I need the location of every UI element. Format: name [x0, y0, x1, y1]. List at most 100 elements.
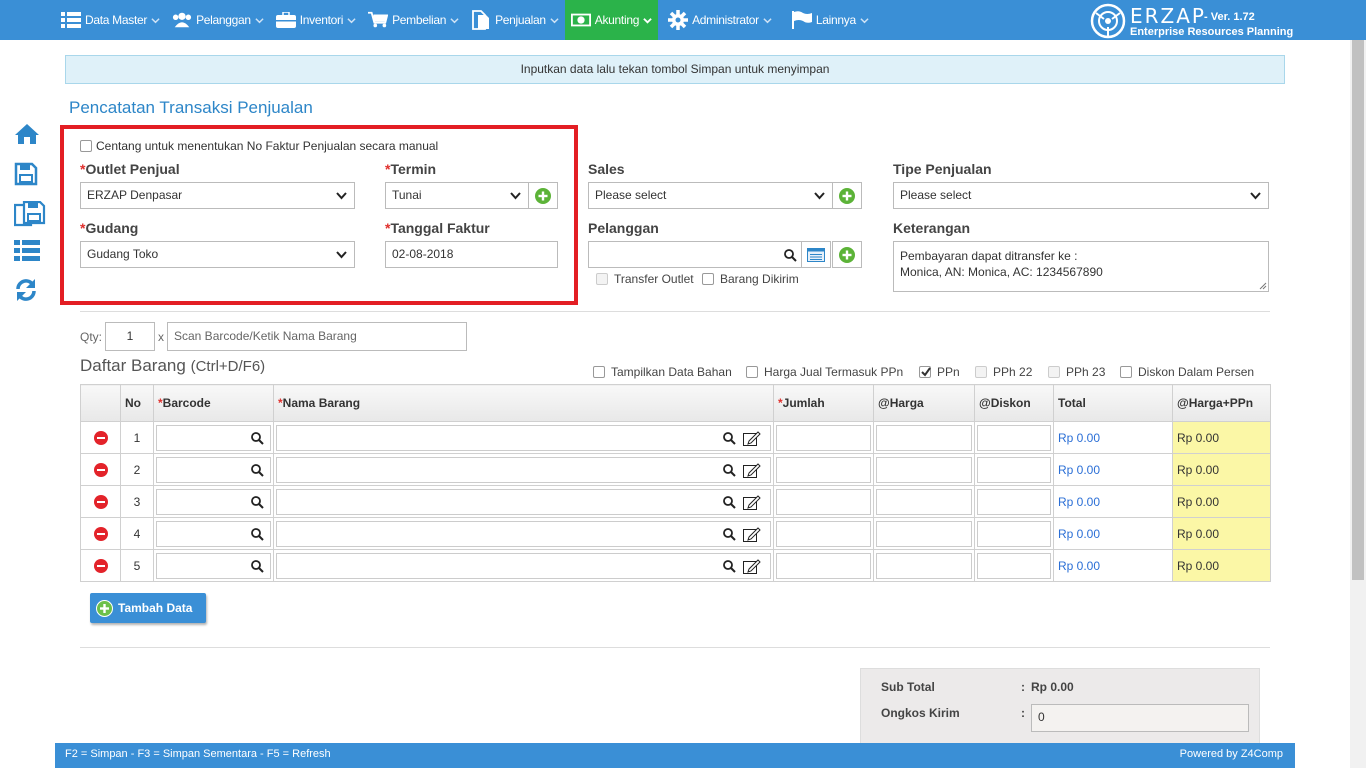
menu-administrator[interactable]: Administrator: [662, 0, 778, 40]
scan-barcode-input[interactable]: Scan Barcode/Ketik Nama Barang: [167, 322, 467, 351]
edit-icon[interactable]: [743, 494, 761, 510]
pph23-checkbox[interactable]: [1048, 366, 1060, 378]
search-icon[interactable]: [251, 431, 264, 445]
remove-row-icon[interactable]: [93, 558, 108, 573]
nama-barang-input[interactable]: [276, 488, 771, 515]
table-row: 3 Rp 0.00 Rp 0.00: [80, 485, 1271, 518]
diskon-persen-checkbox[interactable]: [1120, 366, 1132, 378]
outlet-select[interactable]: ERZAP Denpasar: [80, 182, 355, 209]
nama-barang-input[interactable]: [276, 552, 771, 579]
qty-input[interactable]: 1: [105, 322, 155, 351]
pph22-checkbox[interactable]: [975, 366, 987, 378]
search-icon[interactable]: [723, 527, 736, 541]
remove-row-icon[interactable]: [93, 462, 108, 477]
barcode-input[interactable]: [156, 488, 271, 515]
search-icon[interactable]: [251, 559, 264, 573]
home-icon[interactable]: [14, 123, 40, 149]
jumlah-input[interactable]: [776, 424, 871, 451]
menu-penjualan[interactable]: Penjualan: [465, 0, 565, 40]
search-icon[interactable]: [251, 527, 264, 541]
barcode-input[interactable]: [156, 456, 271, 483]
row-harga-ppn: Rp 0.00: [1172, 517, 1271, 550]
diskon-input[interactable]: [977, 424, 1051, 451]
search-icon[interactable]: [723, 559, 736, 573]
menu-pembelian[interactable]: Pembelian: [362, 0, 465, 40]
vertical-scrollbar[interactable]: [1350, 40, 1366, 768]
ongkos-colon: :: [1021, 706, 1025, 720]
termin-select[interactable]: Tunai: [385, 182, 529, 209]
remove-row-icon[interactable]: [93, 430, 108, 445]
customer-list-button[interactable]: [801, 241, 831, 268]
menu-pelanggan[interactable]: Pelanggan: [166, 0, 270, 40]
col-harga: @Harga: [873, 384, 975, 422]
search-icon[interactable]: [784, 249, 797, 262]
harga-input[interactable]: [876, 520, 972, 547]
scrollbar-thumb[interactable]: [1352, 40, 1364, 580]
add-sales-button[interactable]: [832, 182, 862, 209]
barcode-input[interactable]: [156, 424, 271, 451]
add-customer-button[interactable]: [832, 241, 862, 268]
ppn-checkbox[interactable]: [919, 366, 931, 378]
edit-icon[interactable]: [743, 462, 761, 478]
remove-row-icon[interactable]: [93, 494, 108, 509]
menu-inventori[interactable]: Inventori: [270, 0, 362, 40]
harga-input[interactable]: [876, 552, 972, 579]
save-draft-icon[interactable]: [13, 200, 46, 227]
diskon-input[interactable]: [977, 456, 1051, 483]
ongkos-kirim-input[interactable]: 0: [1031, 704, 1249, 732]
edit-icon[interactable]: [743, 526, 761, 542]
harga-input[interactable]: [876, 456, 972, 483]
jumlah-input[interactable]: [776, 456, 871, 483]
harga-input[interactable]: [876, 488, 972, 515]
edit-icon[interactable]: [743, 558, 761, 574]
tanggal-input[interactable]: 02-08-2018: [385, 241, 558, 268]
nama-barang-input[interactable]: [276, 424, 771, 451]
menu-data-master[interactable]: Data Master: [55, 0, 166, 40]
nama-barang-input[interactable]: [276, 456, 771, 483]
barcode-input[interactable]: [156, 520, 271, 547]
search-icon[interactable]: [251, 495, 264, 509]
save-icon[interactable]: [14, 162, 40, 188]
row-total: Rp 0.00: [1053, 485, 1173, 518]
barcode-input[interactable]: [156, 552, 271, 579]
search-icon[interactable]: [723, 495, 736, 509]
barang-dikirim-checkbox[interactable]: [702, 273, 714, 285]
remove-row-icon[interactable]: [93, 526, 108, 541]
list-icon: [61, 11, 81, 29]
sales-select[interactable]: Please select: [588, 182, 833, 209]
harga-termasuk-ppn-checkbox[interactable]: [746, 366, 758, 378]
termin-label: *Termin: [385, 161, 437, 177]
diskon-input[interactable]: [977, 520, 1051, 547]
list-view-icon[interactable]: [14, 240, 40, 266]
row-total: Rp 0.00: [1053, 549, 1173, 582]
tampilkan-data-bahan-checkbox[interactable]: [593, 366, 605, 378]
jumlah-input[interactable]: [776, 552, 871, 579]
left-toolbar: [0, 118, 55, 318]
menu-akunting[interactable]: Akunting: [564, 0, 659, 40]
search-icon[interactable]: [251, 463, 264, 477]
tambah-data-button[interactable]: Tambah Data: [90, 593, 206, 623]
pelanggan-input[interactable]: [588, 241, 802, 268]
diskon-input[interactable]: [977, 552, 1051, 579]
tipe-select[interactable]: Please select: [893, 182, 1269, 209]
jumlah-input[interactable]: [776, 488, 871, 515]
harga-input[interactable]: [876, 424, 972, 451]
resize-handle-icon[interactable]: [1259, 282, 1267, 290]
row-barcode-cell: [153, 485, 274, 518]
row-harga-cell: [873, 549, 975, 582]
edit-icon[interactable]: [743, 430, 761, 446]
search-icon[interactable]: [723, 431, 736, 445]
refresh-icon[interactable]: [14, 278, 40, 304]
jumlah-input[interactable]: [776, 520, 871, 547]
col-nama-barang: *Nama Barang: [273, 384, 774, 422]
search-icon[interactable]: [723, 463, 736, 477]
diskon-input[interactable]: [977, 488, 1051, 515]
add-termin-button[interactable]: [528, 182, 558, 209]
gudang-select[interactable]: Gudang Toko: [80, 241, 355, 268]
manual-invoice-checkbox[interactable]: [80, 140, 92, 152]
keterangan-textarea[interactable]: Pembayaran dapat ditransfer ke : Monica,…: [893, 241, 1269, 292]
nama-barang-input[interactable]: [276, 520, 771, 547]
transfer-outlet-checkbox[interactable]: [596, 273, 608, 285]
row-total: Rp 0.00: [1053, 517, 1173, 550]
menu-lainnya[interactable]: Lainnya: [786, 0, 875, 40]
